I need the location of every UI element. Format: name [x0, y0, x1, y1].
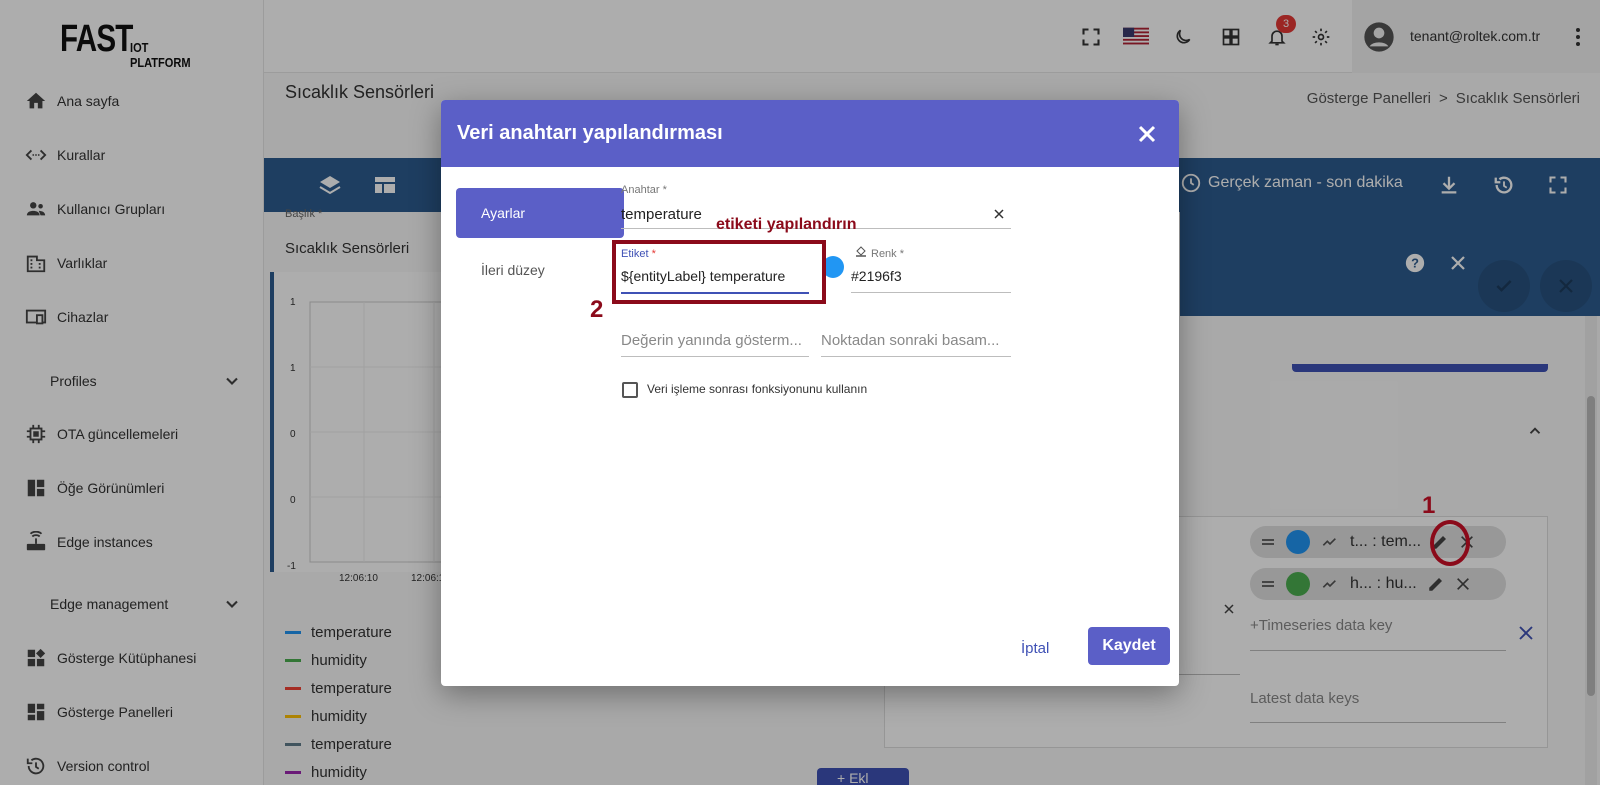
key-field[interactable]: temperature [621, 206, 702, 223]
annotation-highlight-box [612, 240, 826, 304]
input-underline [821, 356, 1011, 357]
clear-icon[interactable] [993, 208, 1005, 220]
dialog-header: Veri anahtarı yapılandırması [441, 100, 1179, 167]
postprocess-label: Veri işleme sonrası fonksiyonunu kullanı… [647, 382, 868, 396]
annotation-hint: etiketi yapılandırın [716, 216, 857, 233]
color-field-label: Renk * [871, 248, 905, 260]
units-input[interactable]: Değerin yanında gösterm... [621, 332, 802, 349]
save-button[interactable]: Kaydet [1088, 627, 1170, 665]
input-underline [621, 356, 809, 357]
tab-advanced[interactable]: İleri düzey [481, 262, 545, 278]
data-key-config-dialog: Veri anahtarı yapılandırması Ayarlar İle… [441, 100, 1179, 686]
key-field-label: Anahtar * [621, 184, 667, 196]
close-icon[interactable] [1135, 122, 1159, 146]
input-underline [851, 292, 1011, 293]
tab-settings[interactable]: Ayarlar [456, 188, 624, 238]
postprocess-checkbox[interactable] [622, 382, 638, 398]
annotation-step-1: 1 [1422, 492, 1436, 519]
decimals-input[interactable]: Noktadan sonraki basam... [821, 332, 999, 349]
cancel-button[interactable]: İptal [1021, 640, 1049, 657]
paint-bucket-icon [856, 246, 866, 257]
color-field[interactable]: #2196f3 [851, 268, 902, 284]
annotation-step-2: 2 [590, 296, 604, 323]
annotation-circle [1430, 520, 1470, 566]
dialog-title: Veri anahtarı yapılandırması [457, 122, 723, 144]
